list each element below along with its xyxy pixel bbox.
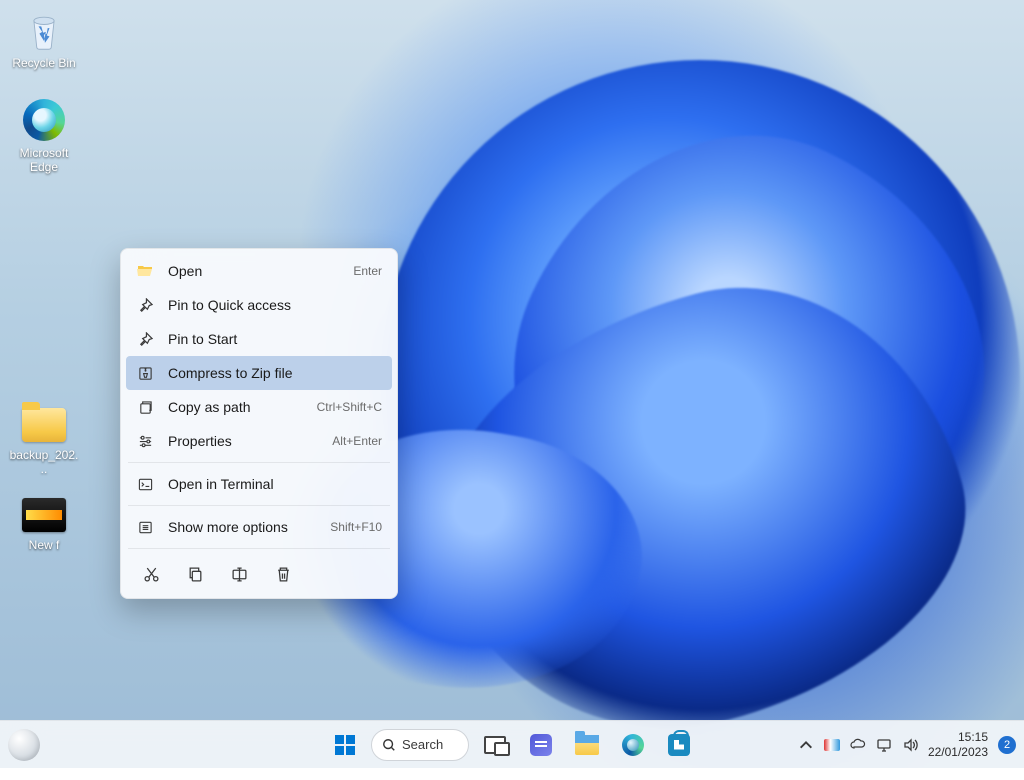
taskbar-widgets[interactable] [8, 729, 40, 761]
edge-button[interactable] [613, 725, 653, 765]
desktop-icon-new-file[interactable]: New f [6, 490, 82, 552]
onedrive-icon [850, 737, 866, 753]
file-explorer-icon [575, 735, 599, 755]
menu-item-open-terminal[interactable]: Open in Terminal [126, 467, 392, 501]
context-menu: Open Enter Pin to Quick access Pin to St… [120, 248, 398, 599]
folder-icon [22, 400, 66, 444]
menu-item-compress-zip[interactable]: Compress to Zip file [126, 356, 392, 390]
pin-icon [136, 296, 154, 314]
menu-item-properties[interactable]: Properties Alt+Enter [126, 424, 392, 458]
taskbar-clock[interactable]: 15:15 22/01/2023 [928, 730, 988, 760]
copy-button[interactable] [176, 557, 214, 591]
zip-icon [136, 364, 154, 382]
search-icon [382, 738, 396, 752]
pin-icon [136, 330, 154, 348]
menu-item-label: Show more options [168, 519, 330, 535]
menu-item-label: Copy as path [168, 399, 317, 415]
desktop-icon-label: New f [6, 538, 82, 552]
edge-icon [22, 98, 66, 142]
chat-button[interactable] [521, 725, 561, 765]
volume-icon [902, 737, 918, 753]
store-button[interactable] [659, 725, 699, 765]
notification-badge[interactable]: 2 [998, 736, 1016, 754]
file-explorer-button[interactable] [567, 725, 607, 765]
rename-button[interactable] [220, 557, 258, 591]
task-view-icon [484, 736, 506, 754]
clock-date: 22/01/2023 [928, 745, 988, 760]
taskbar-search[interactable]: Search [371, 729, 469, 761]
folder-open-icon [136, 262, 154, 280]
menu-separator [128, 505, 390, 506]
menu-item-open[interactable]: Open Enter [126, 254, 392, 288]
network-icon [876, 737, 892, 753]
menu-item-label: Open [168, 263, 353, 279]
store-icon [668, 734, 690, 756]
menu-item-copy-path[interactable]: Copy as path Ctrl+Shift+C [126, 390, 392, 424]
menu-item-label: Properties [168, 433, 332, 449]
copy-path-icon [136, 398, 154, 416]
desktop-icon-label: Microsoft Edge [6, 146, 82, 174]
delete-button[interactable] [264, 557, 302, 591]
menu-item-label: Compress to Zip file [168, 365, 382, 381]
menu-item-label: Pin to Start [168, 331, 382, 347]
desktop-icon-label: backup_202... [6, 448, 82, 476]
tray-app-icon [824, 739, 840, 751]
context-menu-action-row [126, 553, 392, 593]
start-button[interactable] [325, 725, 365, 765]
desktop-icon-recycle-bin[interactable]: Recycle Bin [6, 8, 82, 70]
properties-icon [136, 432, 154, 450]
cut-button[interactable] [132, 557, 170, 591]
menu-item-accel: Enter [353, 264, 382, 278]
menu-separator [128, 548, 390, 549]
menu-item-pin-quick-access[interactable]: Pin to Quick access [126, 288, 392, 322]
clock-time: 15:15 [928, 730, 988, 745]
terminal-icon [136, 475, 154, 493]
notification-count: 2 [1004, 739, 1010, 751]
menu-item-label: Pin to Quick access [168, 297, 382, 313]
chevron-up-icon [798, 737, 814, 753]
menu-item-accel: Ctrl+Shift+C [317, 400, 382, 414]
menu-item-pin-start[interactable]: Pin to Start [126, 322, 392, 356]
tray-icons[interactable] [798, 737, 918, 753]
menu-item-show-more-options[interactable]: Show more options Shift+F10 [126, 510, 392, 544]
menu-separator [128, 462, 390, 463]
menu-item-label: Open in Terminal [168, 476, 382, 492]
edge-icon [622, 734, 644, 756]
windows-logo-icon [335, 735, 355, 755]
desktop-icon-backup-folder[interactable]: backup_202... [6, 400, 82, 476]
desktop[interactable]: Recycle Bin Microsoft Edge backup_202...… [0, 0, 1024, 768]
more-options-icon [136, 518, 154, 536]
file-icon [22, 490, 66, 534]
menu-item-accel: Shift+F10 [330, 520, 382, 534]
task-view-button[interactable] [475, 725, 515, 765]
chat-icon [530, 734, 552, 756]
taskbar-center: Search [325, 725, 699, 765]
recycle-bin-icon [22, 8, 66, 52]
widgets-icon [8, 729, 40, 761]
desktop-icon-label: Recycle Bin [6, 56, 82, 70]
search-label: Search [402, 737, 443, 752]
taskbar-system-tray: 15:15 22/01/2023 2 [798, 730, 1016, 760]
taskbar: Search 15:15 22/01/2023 2 [0, 720, 1024, 768]
menu-item-accel: Alt+Enter [332, 434, 382, 448]
desktop-icon-edge[interactable]: Microsoft Edge [6, 98, 82, 174]
